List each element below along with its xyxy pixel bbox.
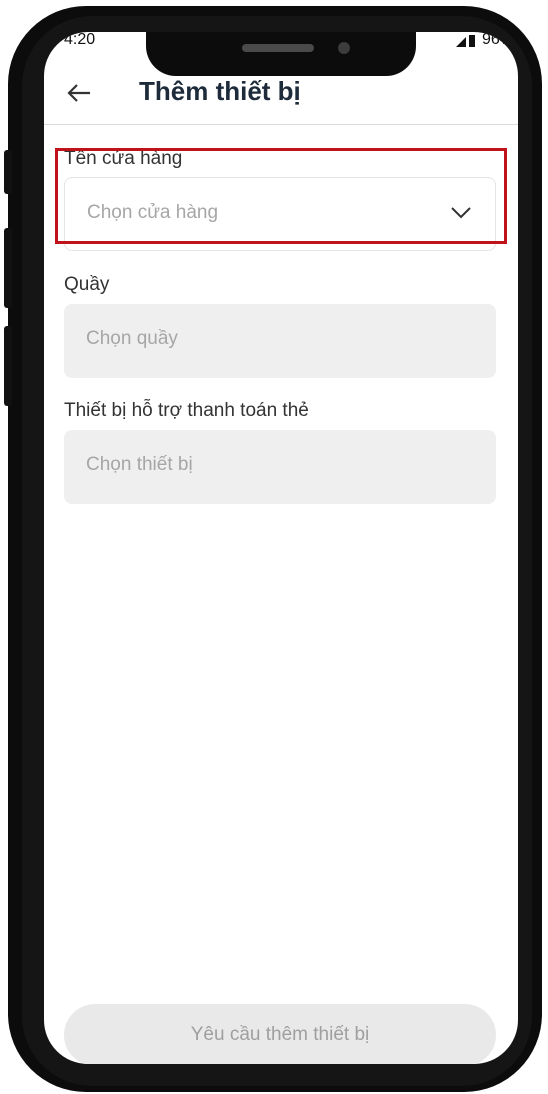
device-select[interactable]: Chọn thiết bị (64, 430, 496, 504)
counter-select-placeholder: Chọn quầy (86, 328, 178, 349)
counter-select[interactable]: Chọn quầy (64, 304, 496, 378)
device-select-placeholder: Chọn thiết bị (86, 454, 193, 475)
phone-notch (146, 32, 416, 76)
highlight-box (55, 148, 507, 244)
battery-percent: 96% (481, 32, 514, 48)
front-camera (338, 42, 350, 54)
device-label: Thiết bị hỗ trợ thanh toán thẻ (64, 400, 309, 421)
status-icons: 96% (455, 32, 514, 48)
signal-icon (455, 35, 475, 47)
back-arrow-icon[interactable] (64, 78, 94, 108)
speaker-grille (242, 44, 314, 52)
counter-label: Quầy (64, 274, 110, 295)
status-time: 4:20 (64, 32, 96, 48)
app-header: Thêm thiết bị (44, 72, 518, 125)
mute-switch (4, 150, 12, 194)
request-add-device-button[interactable]: Yêu cầu thêm thiết bị (64, 1004, 496, 1064)
page-title: Thêm thiết bị (139, 76, 301, 106)
volume-down-button (4, 326, 12, 406)
volume-up-button (4, 228, 12, 308)
